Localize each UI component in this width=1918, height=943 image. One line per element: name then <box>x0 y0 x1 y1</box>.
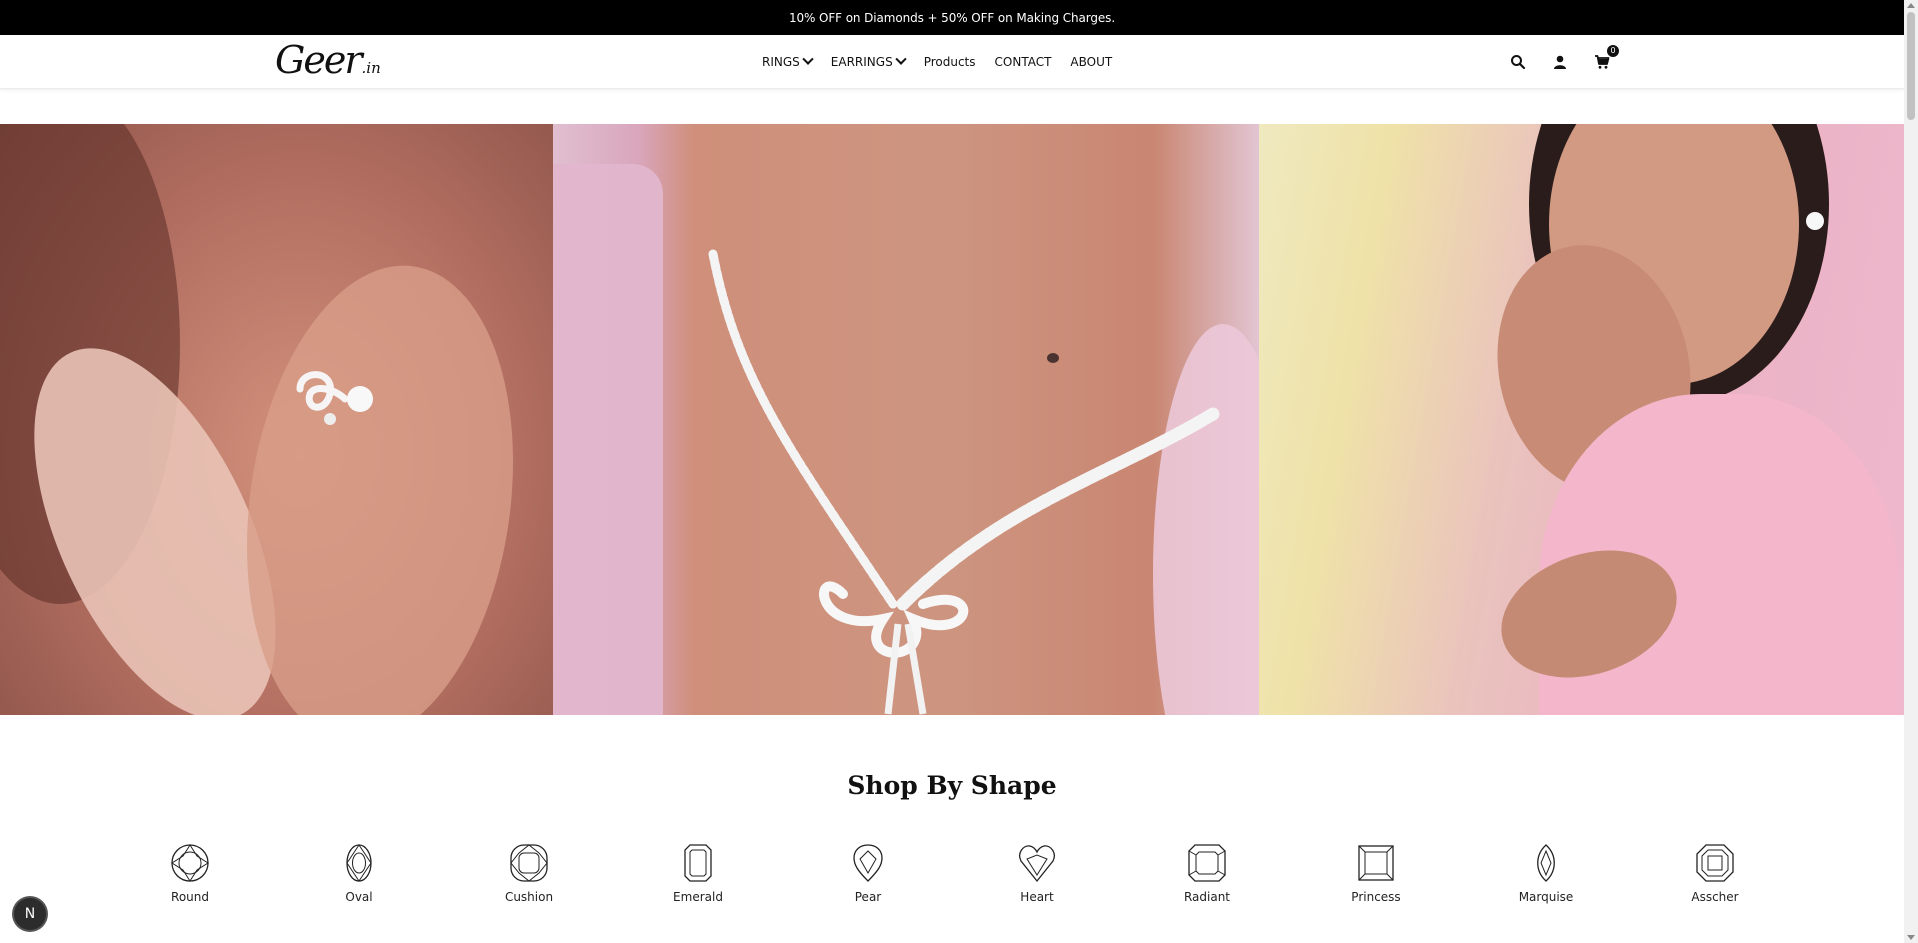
marquise-diamond-icon <box>1537 844 1555 882</box>
cart-icon[interactable]: 0 <box>1594 44 1619 70</box>
shape-item-pear[interactable]: Pear <box>808 843 928 904</box>
princess-diamond-icon <box>1358 845 1394 881</box>
shape-label: Pear <box>854 890 882 904</box>
shape-item-round[interactable]: Round <box>130 843 250 904</box>
hero-panel-earring <box>0 124 553 715</box>
scroll-up-arrow-icon[interactable] <box>1907 3 1915 8</box>
asscher-diamond-icon <box>1696 844 1734 882</box>
shape-label: Emerald <box>673 890 723 904</box>
page-scrollbar[interactable] <box>1904 0 1918 943</box>
scroll-down-arrow-icon[interactable] <box>1907 935 1915 940</box>
logo-main: Geer <box>275 38 362 82</box>
hero-panel-necklace <box>553 124 1259 715</box>
necklace-graphic <box>708 249 1220 715</box>
radiant-diamond-icon <box>1188 844 1226 882</box>
heart-diamond-icon <box>1019 845 1055 883</box>
search-icon[interactable] <box>1510 54 1526 70</box>
shape-item-princess[interactable]: Princess <box>1316 843 1436 904</box>
shape-item-cushion[interactable]: Cushion <box>469 843 589 904</box>
user-icon[interactable] <box>1552 54 1568 70</box>
shape-label: Princess <box>1351 890 1401 904</box>
nav-item-label: Products <box>923 54 976 69</box>
shape-label: Round <box>171 890 209 904</box>
pear-diamond-icon <box>853 844 883 882</box>
nav-item-contact[interactable]: CONTACT <box>995 55 1052 69</box>
oval-diamond-icon <box>346 844 372 882</box>
shape-label: Asscher <box>1691 890 1739 904</box>
shape-label: Heart <box>1020 890 1054 904</box>
shape-label: Oval <box>345 890 373 904</box>
shape-item-emerald[interactable]: Emerald <box>638 843 758 904</box>
nav-item-about[interactable]: ABOUT <box>1070 55 1112 69</box>
round-diamond-icon <box>171 844 209 882</box>
announcement-bar: 10% OFF on Diamonds + 50% OFF on Making … <box>0 0 1904 35</box>
nav-item-label: CONTACT <box>994 54 1052 69</box>
nav-item-earrings[interactable]: EARRINGS <box>830 53 907 69</box>
site-header: Geer .in RINGS EARRINGS Products CONTACT… <box>0 35 1904 89</box>
shape-item-radiant[interactable]: Radiant <box>1147 843 1267 904</box>
cart-count-badge: 0 <box>1607 44 1619 57</box>
chevron-down-icon <box>802 53 814 65</box>
nav-item-label: RINGS <box>762 54 800 69</box>
main-nav: RINGS EARRINGS Products CONTACT ABOUT <box>762 35 1112 88</box>
shape-item-heart[interactable]: Heart <box>977 843 1097 904</box>
nav-item-label: ABOUT <box>1070 54 1113 69</box>
shape-label: Radiant <box>1183 890 1231 904</box>
shape-item-marquise[interactable]: Marquise <box>1486 843 1606 904</box>
emerald-diamond-icon <box>684 844 712 882</box>
hero-panel-model <box>1259 124 1904 715</box>
cushion-diamond-icon <box>510 844 548 882</box>
earring-graphic <box>296 371 373 425</box>
nav-item-products[interactable]: Products <box>924 55 976 69</box>
section-title-shop-by-shape: Shop By Shape <box>847 771 1057 800</box>
announcement-text: 10% OFF on Diamonds + 50% OFF on Making … <box>788 10 1116 25</box>
header-icons: 0 <box>1510 35 1619 88</box>
hero-banner[interactable] <box>0 124 1904 715</box>
scrollbar-thumb[interactable] <box>1907 12 1915 120</box>
shape-list: Round Oval Cushion Emerald Pear Heart Ra… <box>100 843 1812 913</box>
chat-launcher-button[interactable]: N <box>14 898 46 930</box>
shape-label: Cushion <box>504 890 554 904</box>
chevron-down-icon <box>895 53 907 65</box>
shape-item-oval[interactable]: Oval <box>299 843 419 904</box>
logo-suffix: .in <box>361 59 381 77</box>
nav-item-rings[interactable]: RINGS <box>762 53 814 69</box>
site-logo[interactable]: Geer .in <box>275 37 381 83</box>
shape-label: Marquise <box>1518 890 1574 904</box>
shape-item-asscher[interactable]: Asscher <box>1655 843 1775 904</box>
chat-launcher-label: N <box>24 906 36 922</box>
nav-item-label: EARRINGS <box>830 54 893 69</box>
